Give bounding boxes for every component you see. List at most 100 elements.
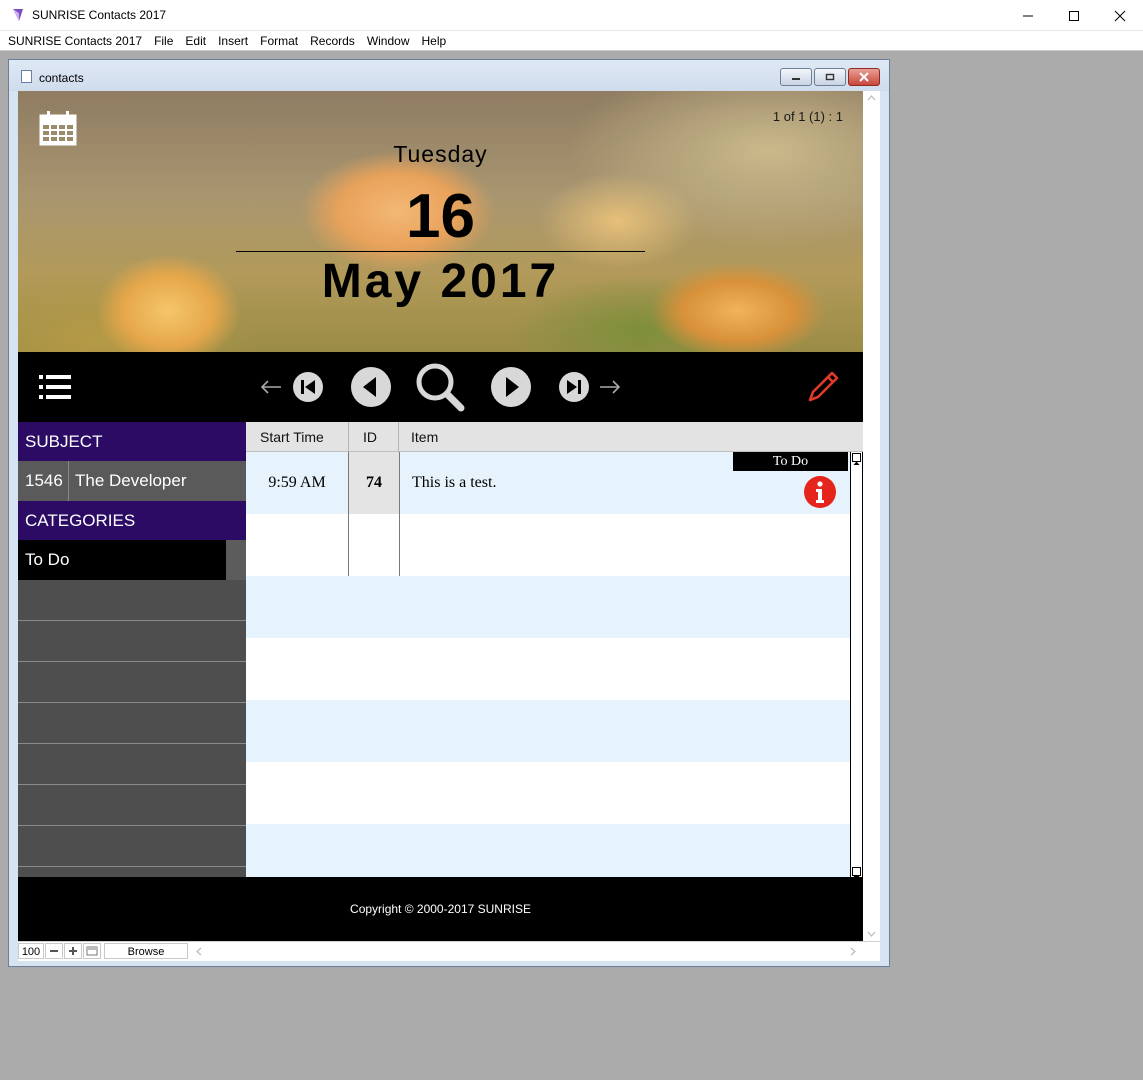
close-icon [859, 72, 869, 82]
restore-icon [825, 73, 835, 81]
chevron-up-icon[interactable] [867, 95, 876, 101]
category-empty-row[interactable] [18, 580, 246, 621]
record-count: 1 of 1 (1) : 1 [772, 109, 843, 124]
row-band [246, 638, 850, 700]
cell-id [349, 514, 400, 576]
column-header-start-time[interactable]: Start Time [246, 422, 349, 452]
doc-close-button[interactable] [848, 68, 880, 86]
zoom-in-button[interactable] [64, 943, 82, 959]
category-scrollbar[interactable] [226, 540, 246, 580]
zoom-level[interactable]: 100 [18, 943, 44, 959]
minus-icon [50, 950, 58, 952]
mode-indicator[interactable]: Browse [104, 943, 188, 959]
document-titlebar: contacts [9, 60, 889, 91]
previous-icon [351, 367, 391, 407]
subject-name: The Developer [75, 471, 187, 490]
day-name: Tuesday [393, 141, 488, 167]
doc-minimize-button[interactable] [780, 68, 812, 86]
date-divider [236, 251, 645, 252]
cell-start-time: 9:59 AM [246, 452, 349, 514]
subject-id: 1546 [25, 471, 63, 490]
table-body: 9:59 AM 74 This is a test. To Do [246, 452, 850, 877]
column-header-item[interactable]: Item [399, 422, 863, 452]
layout-vertical-scrollbar[interactable] [863, 91, 880, 941]
cell-id: 74 [349, 452, 400, 514]
back-arrow-button[interactable] [259, 377, 283, 397]
document-window: contacts 1 of 1 (1) : 1 Tuesday 16 May 2… [8, 59, 890, 967]
scroll-up-icon[interactable] [852, 453, 861, 465]
close-icon [1114, 10, 1126, 21]
row-band [246, 824, 850, 877]
last-record-button[interactable] [558, 371, 590, 403]
table-scrollbar[interactable] [850, 452, 863, 880]
previous-record-button[interactable] [350, 366, 392, 408]
footer: Copyright © 2000-2017 SUNRISE [18, 877, 863, 941]
row-band [246, 576, 850, 638]
category-empty-row[interactable] [18, 662, 246, 703]
zoom-out-button[interactable] [45, 943, 63, 959]
menu-records[interactable]: Records [304, 31, 361, 51]
cell-item: This is a test. [412, 474, 497, 491]
menu-window[interactable]: Window [361, 31, 416, 51]
menu-bar: SUNRISE Contacts 2017 File Edit Insert F… [0, 31, 1143, 51]
category-empty-row[interactable] [18, 826, 246, 867]
minimize-icon [792, 78, 800, 80]
app-titlebar: SUNRISE Contacts 2017 [0, 0, 1143, 31]
menu-format[interactable]: Format [254, 31, 304, 51]
day-number: 16 [406, 182, 475, 251]
categories-header: CATEGORIES [18, 501, 246, 540]
toggle-status-area-button[interactable] [83, 943, 101, 959]
navigation-bar [18, 352, 863, 422]
document-icon [21, 70, 32, 83]
menu-insert[interactable]: Insert [212, 31, 254, 51]
arrow-right-icon [600, 380, 621, 394]
category-item-todo[interactable]: To Do [18, 540, 226, 580]
table-header: Start Time ID Item [246, 422, 863, 452]
month-year: May 2017 [321, 255, 560, 308]
document-title: contacts [39, 71, 84, 85]
subject-header: SUBJECT [18, 422, 246, 461]
close-button[interactable] [1097, 0, 1143, 31]
table-row-empty[interactable] [246, 514, 850, 576]
maximize-button[interactable] [1051, 0, 1097, 31]
status-bar: 100 Browse [18, 941, 880, 959]
chevron-down-icon[interactable] [867, 931, 876, 937]
chevron-left-icon[interactable] [196, 947, 202, 956]
menu-help[interactable]: Help [416, 31, 453, 51]
menu-app[interactable]: SUNRISE Contacts 2017 [2, 31, 148, 51]
category-empty-row[interactable] [18, 703, 246, 744]
category-empty-row[interactable] [18, 744, 246, 785]
category-empty-row[interactable] [18, 621, 246, 662]
sidebar: SUBJECT 1546 The Developer CATEGORIES To… [18, 422, 246, 877]
row-band [246, 762, 850, 824]
minimize-icon [1023, 15, 1033, 16]
table-row[interactable]: 9:59 AM 74 This is a test. To Do [246, 452, 850, 514]
app-logo-icon [13, 9, 23, 21]
layout-area: 1 of 1 (1) : 1 Tuesday 16 May 2017 SUBJE… [18, 91, 880, 961]
panel-icon [86, 946, 98, 956]
search-button[interactable] [414, 361, 466, 413]
maximize-icon [1069, 10, 1079, 21]
header-photo: 1 of 1 (1) : 1 Tuesday 16 May 2017 [18, 91, 863, 352]
info-icon[interactable] [804, 476, 836, 508]
first-record-button[interactable] [292, 371, 324, 403]
row-band [246, 700, 850, 762]
chevron-right-icon[interactable] [850, 947, 856, 956]
scroll-down-icon[interactable] [852, 867, 861, 880]
forward-arrow-button[interactable] [598, 377, 622, 397]
first-record-icon [293, 372, 323, 402]
column-header-id[interactable]: ID [349, 422, 399, 452]
subject-row[interactable]: 1546 The Developer [18, 461, 246, 501]
category-empty-row[interactable] [18, 785, 246, 826]
list-view-button[interactable] [38, 371, 72, 403]
layout-horizontal-scrollbar[interactable] [190, 942, 862, 959]
pencil-icon [808, 371, 839, 402]
edit-button[interactable] [804, 367, 842, 407]
minimize-button[interactable] [1005, 0, 1051, 31]
subject-separator [68, 461, 69, 501]
next-icon [491, 367, 531, 407]
menu-file[interactable]: File [148, 31, 179, 51]
next-record-button[interactable] [490, 366, 532, 408]
doc-restore-button[interactable] [814, 68, 846, 86]
menu-edit[interactable]: Edit [179, 31, 212, 51]
